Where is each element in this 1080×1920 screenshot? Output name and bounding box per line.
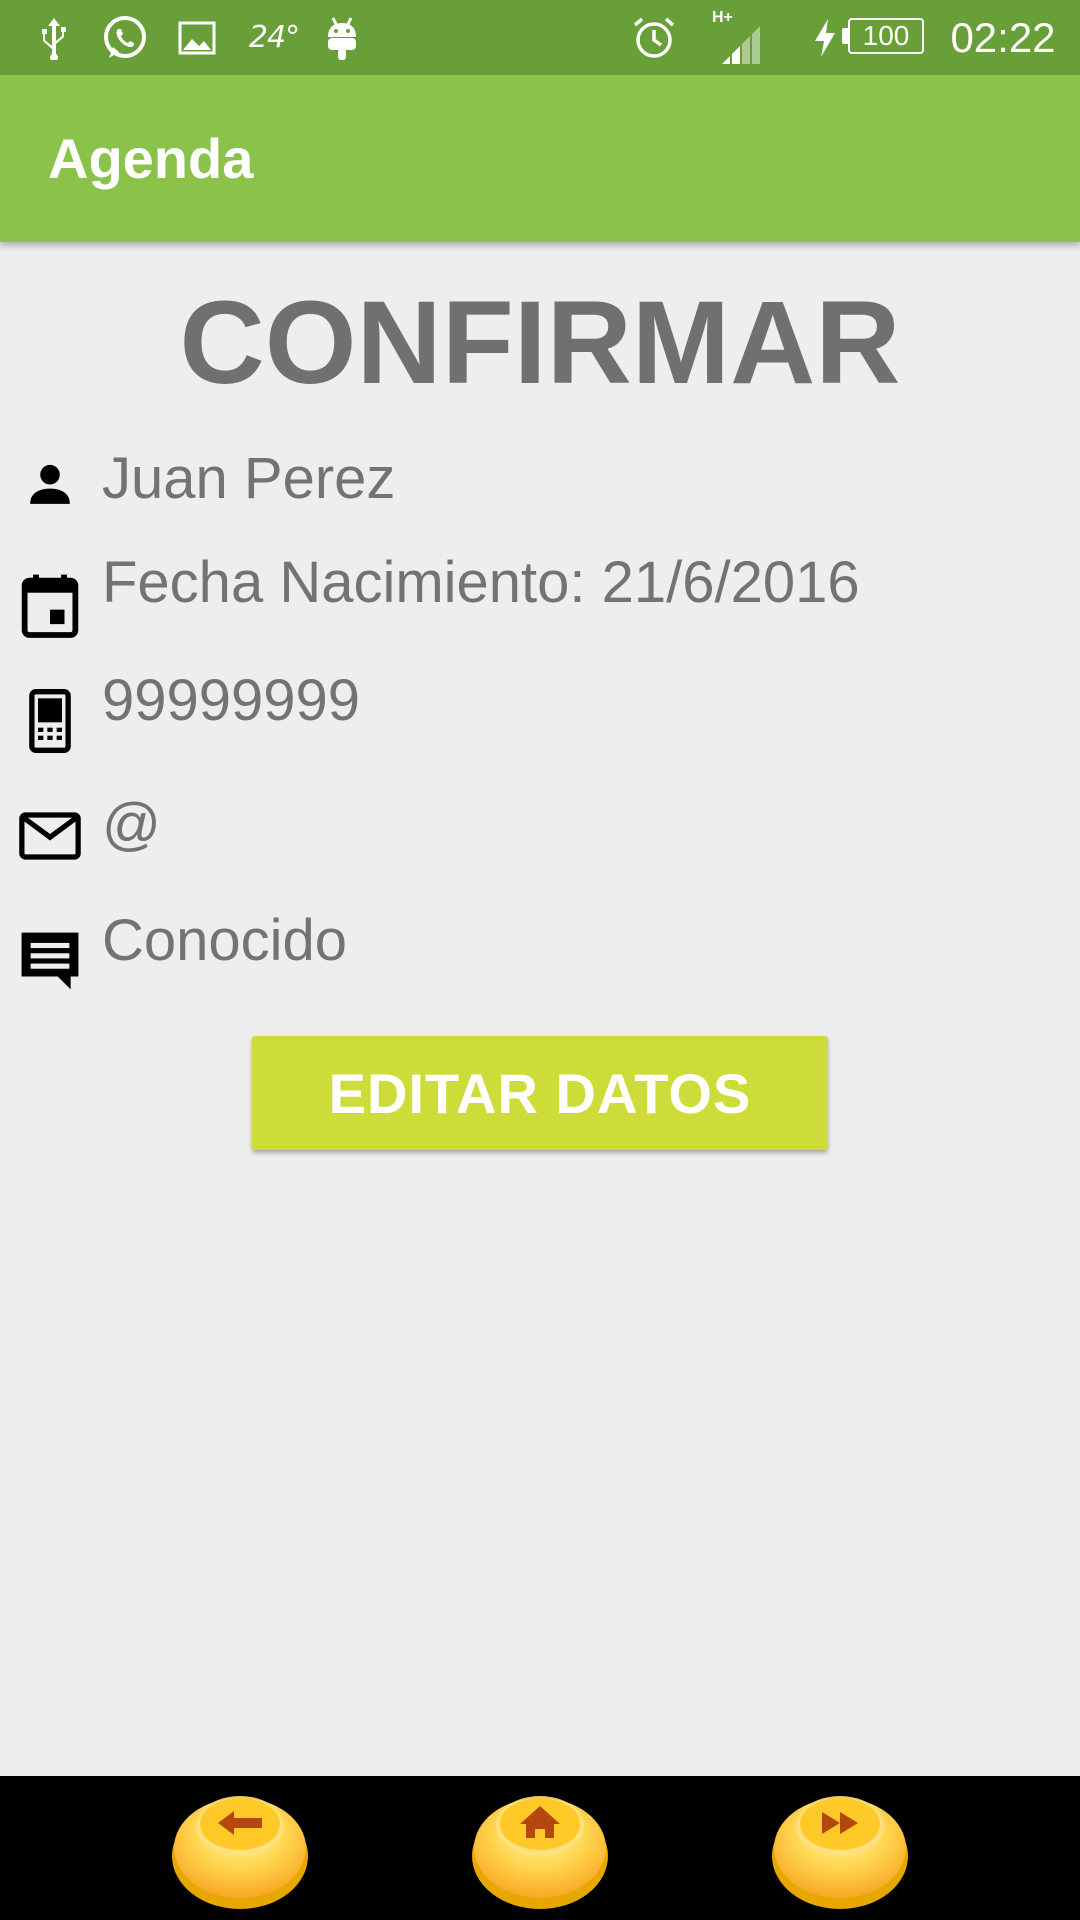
- comment-icon: [18, 926, 82, 996]
- birth-date-text: Fecha Nacimiento: 21/6/2016: [102, 550, 860, 615]
- page-heading: CONFIRMAR: [179, 277, 901, 409]
- person-icon: [18, 452, 82, 516]
- calendar-icon: [18, 568, 82, 644]
- status-bar: 24° H+ 100 02:22: [0, 0, 1080, 75]
- charging-icon: [810, 0, 840, 75]
- whatsapp-icon: [100, 0, 150, 75]
- home-button[interactable]: [470, 1786, 610, 1912]
- signal-icon: H+: [712, 0, 772, 75]
- app-bar: Agenda: [0, 75, 1080, 242]
- bottom-nav-bar: [0, 1776, 1080, 1920]
- contact-name-row: Juan Perez: [0, 444, 1080, 524]
- forward-button[interactable]: [770, 1786, 910, 1912]
- email-text: @: [102, 792, 161, 857]
- phone-icon: [18, 686, 82, 756]
- mail-icon: [18, 806, 82, 866]
- birth-date-row: Fecha Nacimiento: 21/6/2016: [0, 548, 1080, 638]
- edit-data-button[interactable]: EDITAR DATOS: [252, 1036, 828, 1150]
- back-button[interactable]: [170, 1786, 310, 1912]
- clock-text: 02:22: [950, 13, 1056, 61]
- app-title: Agenda: [48, 127, 254, 190]
- back-arrow-icon: [172, 1796, 308, 1909]
- battery-icon: 100: [848, 18, 924, 54]
- contact-name: Juan Perez: [102, 446, 396, 511]
- image-icon: [176, 0, 218, 75]
- usb-icon: [34, 0, 74, 75]
- alarm-icon: [630, 0, 678, 75]
- phone-row: 99999999: [0, 666, 1080, 753]
- description-text: Conocido: [102, 908, 348, 973]
- email-row: @: [0, 790, 1080, 870]
- home-icon: [472, 1796, 608, 1909]
- description-row: Conocido: [0, 906, 1080, 990]
- phone-number: 99999999: [102, 668, 361, 733]
- network-type-text: H+: [712, 9, 733, 26]
- fast-forward-icon: [772, 1796, 908, 1909]
- temperature-text: 24°: [248, 20, 300, 55]
- android-icon: [322, 0, 362, 75]
